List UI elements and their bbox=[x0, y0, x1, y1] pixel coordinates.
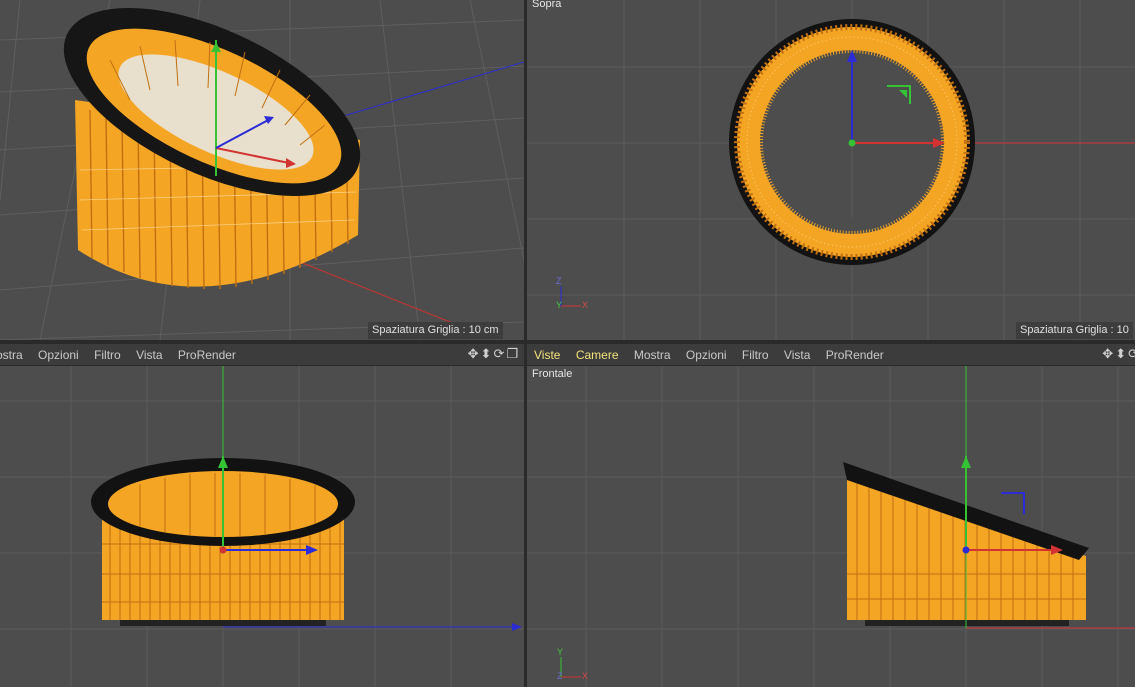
top-gizmo-x-label: X bbox=[582, 300, 589, 310]
bottom-left-scene bbox=[0, 365, 524, 687]
nav-icons-front: ✥⬍⟳ bbox=[1102, 346, 1135, 362]
chair-wireframe-perspective bbox=[63, 8, 361, 290]
zoom-icon[interactable]: ⬍ bbox=[1115, 346, 1128, 361]
menu-items-left: ostra Opzioni Filtro Vista ProRender bbox=[0, 348, 248, 362]
front-scene bbox=[527, 365, 1135, 687]
move-icon[interactable]: ✥ bbox=[468, 346, 481, 361]
top-gizmo-z-label: Z bbox=[556, 276, 562, 286]
menu-opzioni[interactable]: Opzioni bbox=[686, 348, 727, 362]
top-orientation-gizmo bbox=[560, 286, 581, 307]
menu-prorender-left[interactable]: ProRender bbox=[178, 348, 236, 362]
menu-filtro-left[interactable]: Filtro bbox=[94, 348, 121, 362]
viewport-perspective[interactable]: Spaziatura Griglia : 10 cm bbox=[0, 0, 524, 340]
viewport-top[interactable]: Sopra Z Y X Spaziatura Griglia : 10 bbox=[527, 0, 1135, 340]
front-view-label: Frontale bbox=[532, 368, 573, 380]
front-gizmo-y-label: Y bbox=[557, 647, 564, 657]
front-grid bbox=[527, 365, 1135, 687]
viewport-bottom-left[interactable]: ostra Opzioni Filtro Vista ProRender ✥⬍⟳… bbox=[0, 344, 524, 687]
viewport-front[interactable]: Viste Camere Mostra Opzioni Filtro Vista… bbox=[527, 344, 1135, 687]
menu-filtro[interactable]: Filtro bbox=[742, 348, 769, 362]
front-gizmo-z-label: Z bbox=[557, 671, 563, 681]
menu-vista[interactable]: Vista bbox=[784, 348, 810, 362]
menu-vista-left[interactable]: Vista bbox=[136, 348, 162, 362]
maximize-icon[interactable]: ❐ bbox=[506, 346, 520, 361]
menu-items-front: Viste Camere Mostra Opzioni Filtro Vista… bbox=[534, 348, 896, 362]
rotate-icon[interactable]: ⟳ bbox=[493, 346, 506, 361]
top-gizmo-y-label: Y bbox=[556, 300, 563, 310]
top-scene bbox=[527, 0, 1135, 340]
menu-camere[interactable]: Camere bbox=[576, 348, 619, 362]
nav-icons-left: ✥⬍⟳❐ bbox=[468, 346, 520, 362]
menu-prorender[interactable]: ProRender bbox=[826, 348, 884, 362]
grid-spacing-info-top: Spaziatura Griglia : 10 bbox=[1016, 322, 1133, 339]
menu-viste[interactable]: Viste bbox=[534, 348, 560, 362]
world-x-axis bbox=[299, 261, 471, 331]
move-icon[interactable]: ✥ bbox=[1102, 346, 1115, 361]
top-view-label: Sopra bbox=[532, 0, 562, 10]
perspective-scene bbox=[0, 0, 524, 340]
viewport-menubar-front: Viste Camere Mostra Opzioni Filtro Vista… bbox=[527, 344, 1135, 366]
viewport-menubar-left: ostra Opzioni Filtro Vista ProRender ✥⬍⟳… bbox=[0, 344, 524, 366]
menu-mostra[interactable]: Mostra bbox=[634, 348, 671, 362]
rotate-icon[interactable]: ⟳ bbox=[1128, 346, 1135, 361]
grid-spacing-info: Spaziatura Griglia : 10 cm bbox=[368, 322, 503, 339]
front-gizmo-x-label: X bbox=[582, 671, 589, 681]
front-orientation-gizmo bbox=[560, 657, 581, 678]
menu-mostra-left[interactable]: ostra bbox=[0, 348, 23, 362]
zoom-icon[interactable]: ⬍ bbox=[481, 346, 494, 361]
menu-opzioni-left[interactable]: Opzioni bbox=[38, 348, 79, 362]
